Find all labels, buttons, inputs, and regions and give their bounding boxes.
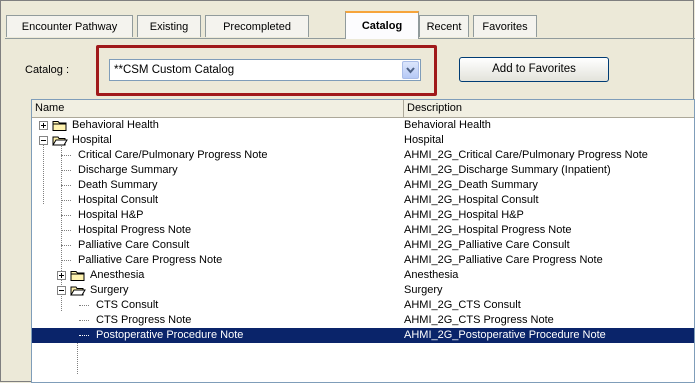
tree-item-row[interactable]: Palliative Care Consult AHMI_2G_Palliativ… <box>32 238 694 253</box>
row-description: AHMI_2G_Hospital H&P <box>404 209 524 221</box>
tree-item-row[interactable]: Discharge Summary AHMI_2G_Discharge Summa… <box>32 163 694 178</box>
chevron-down-icon <box>406 67 415 74</box>
folder-icon <box>52 134 68 147</box>
folder-icon <box>70 269 86 282</box>
folder-icon <box>70 284 86 297</box>
row-description: AHMI_2G_Hospital Consult <box>404 194 539 206</box>
row-description: AHMI_2G_Death Summary <box>404 179 538 191</box>
tree-item-row[interactable]: Hospital Consult AHMI_2G_Hospital Consult <box>32 193 694 208</box>
row-name: Discharge Summary <box>78 164 178 176</box>
tree-item-row[interactable]: Critical Care/Pulmonary Progress Note AHM… <box>32 148 694 163</box>
tree-item-row[interactable]: Hospital Progress Note AHMI_2G_Hospital P… <box>32 223 694 238</box>
add-to-favorites-button[interactable]: Add to Favorites <box>459 57 609 82</box>
row-name: Critical Care/Pulmonary Progress Note <box>78 149 268 161</box>
row-name: Palliative Care Progress Note <box>78 254 223 266</box>
tree-folder-row[interactable]: Hospital Hospital <box>32 133 694 148</box>
tree-item-row[interactable]: Palliative Care Progress Note AHMI_2G_Pal… <box>32 253 694 268</box>
catalog-selected-value: **CSM Custom Catalog <box>114 64 235 76</box>
tree-connector <box>79 305 89 306</box>
row-name: Death Summary <box>78 179 158 191</box>
tab-label: Existing <box>149 21 189 33</box>
tree-connector <box>61 170 71 171</box>
plus-box-icon[interactable] <box>39 121 48 130</box>
window-frame: Encounter Pathway Existing Precompleted … <box>0 0 695 383</box>
row-name: Anesthesia <box>90 269 145 281</box>
tab-existing[interactable]: Existing <box>137 15 201 37</box>
row-name: Hospital H&P <box>78 209 144 221</box>
row-name: CTS Progress Note <box>96 314 192 326</box>
minus-box-icon[interactable] <box>57 286 66 295</box>
row-description: AHMI_2G_Hospital Progress Note <box>404 224 572 236</box>
row-name: Hospital Consult <box>78 194 159 206</box>
tab-label: Precompleted <box>223 21 291 33</box>
tree-connector <box>61 230 71 231</box>
tab-label: Recent <box>426 21 462 33</box>
tab-label: Favorites <box>482 21 528 33</box>
tree-connector <box>61 155 71 156</box>
row-name: Behavioral Health <box>72 119 159 131</box>
tree-item-row[interactable]: Postoperative Procedure Note AHMI_2G_Post… <box>32 328 694 343</box>
tab-recent[interactable]: Recent <box>419 15 469 37</box>
tab-favorites[interactable]: Favorites <box>473 15 537 37</box>
row-description: AHMI_2G_Palliative Care Progress Note <box>404 254 603 266</box>
tree-folder-row[interactable]: Behavioral Health Behavioral Health <box>32 118 694 133</box>
tree-connector <box>61 185 71 186</box>
tab-precompleted[interactable]: Precompleted <box>205 15 309 37</box>
row-description: AHMI_2G_Postoperative Procedure Note <box>404 329 606 341</box>
column-header-description[interactable]: Description <box>404 100 694 117</box>
minus-box-icon[interactable] <box>39 136 48 145</box>
catalog-dropdown[interactable]: **CSM Custom Catalog <box>109 59 421 81</box>
tree-connector <box>61 200 71 201</box>
row-name: Hospital <box>72 134 112 146</box>
tree-connector <box>61 245 71 246</box>
row-name: CTS Consult <box>96 299 159 311</box>
tab-catalog[interactable]: Catalog <box>345 11 419 39</box>
tree-item-row[interactable]: CTS Progress Note AHMI_2G_CTS Progress No… <box>32 313 694 328</box>
tree-connector <box>79 335 89 336</box>
tree-item-row[interactable]: Hospital H&P AHMI_2G_Hospital H&P <box>32 208 694 223</box>
row-description: AHMI_2G_Discharge Summary (Inpatient) <box>404 164 611 176</box>
dropdown-button[interactable] <box>402 61 419 79</box>
row-name: Hospital Progress Note <box>78 224 192 236</box>
column-header-name[interactable]: Name <box>32 100 404 117</box>
tree-folder-row[interactable]: Anesthesia Anesthesia <box>32 268 694 283</box>
row-description: AHMI_2G_Palliative Care Consult <box>404 239 570 251</box>
tree-folder-row[interactable]: Surgery Surgery <box>32 283 694 298</box>
row-name: Palliative Care Consult <box>78 239 190 251</box>
tab-label: Encounter Pathway <box>21 21 118 33</box>
tree-connector <box>61 215 71 216</box>
row-description: AHMI_2G_Critical Care/Pulmonary Progress… <box>404 149 648 161</box>
catalog-tree-list[interactable]: Name Description Behavioral Health Behavi… <box>31 99 695 383</box>
tree-item-row[interactable]: CTS Consult AHMI_2G_CTS Consult <box>32 298 694 313</box>
list-header: Name Description <box>32 100 694 118</box>
tree-connector <box>61 260 71 261</box>
row-description: Behavioral Health <box>404 119 491 131</box>
row-name: Postoperative Procedure Note <box>96 329 244 341</box>
row-description: Surgery <box>404 284 443 296</box>
row-name: Surgery <box>90 284 129 296</box>
tab-label: Catalog <box>361 20 403 32</box>
tab-encounter-pathway[interactable]: Encounter Pathway <box>6 15 133 37</box>
catalog-label: Catalog : <box>25 64 70 76</box>
tree-connector <box>79 320 89 321</box>
tree-item-row[interactable]: Death Summary AHMI_2G_Death Summary <box>32 178 694 193</box>
row-description: Anesthesia <box>404 269 459 281</box>
plus-box-icon[interactable] <box>57 271 66 280</box>
row-description: Hospital <box>404 134 444 146</box>
row-description: AHMI_2G_CTS Consult <box>404 299 521 311</box>
row-description: AHMI_2G_CTS Progress Note <box>404 314 554 326</box>
folder-icon <box>52 119 68 132</box>
